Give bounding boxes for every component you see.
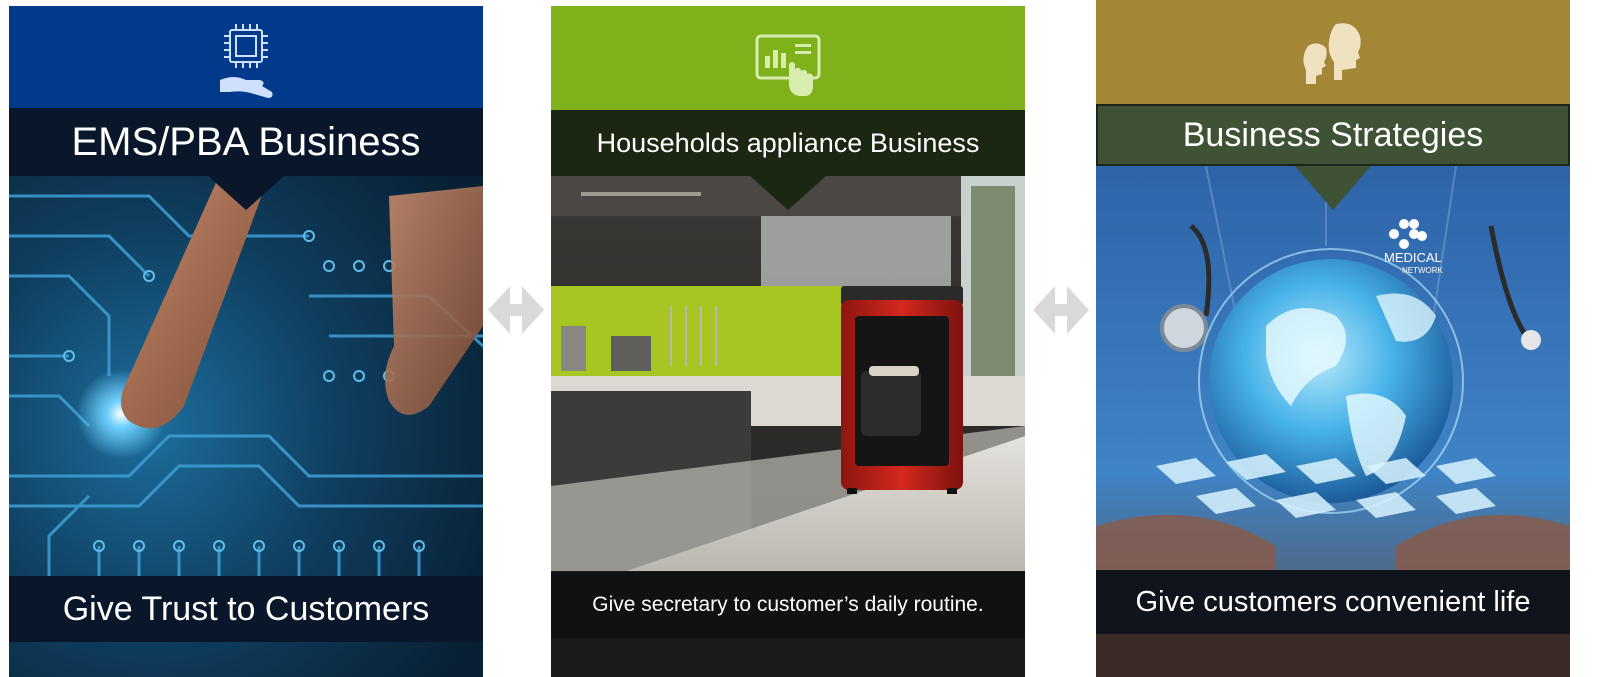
- panel-title: EMS/PBA Business: [9, 108, 483, 176]
- image-tail: [1096, 634, 1570, 677]
- double-arrow-icon: [486, 280, 546, 340]
- network-label-line1: MEDICAL: [1384, 250, 1442, 265]
- medical-network-image: MEDICAL NETWORK: [1096, 165, 1570, 677]
- panel-title: Households appliance Business: [551, 110, 1025, 176]
- double-arrow-icon: [1031, 280, 1091, 340]
- panel-subtitle: Give secretary to customer’s daily routi…: [551, 572, 1025, 638]
- circuit-board-image: [9, 176, 483, 677]
- panel-households-appliance: Households appliance Business Give secre…: [551, 6, 1025, 677]
- pointer-triangle: [1295, 166, 1371, 210]
- panel-subtitle: Give customers convenient life: [1096, 570, 1570, 634]
- network-label-line2: NETWORK: [1402, 266, 1444, 275]
- kitchen-image: [551, 176, 1025, 677]
- tablet-touch-icon: [753, 30, 823, 105]
- pointer-triangle: [750, 176, 826, 210]
- chip-in-hand-icon: [216, 22, 276, 107]
- panel-subtitle: Give Trust to Customers: [9, 576, 483, 642]
- panel-title: Business Strategies: [1096, 104, 1570, 166]
- pointer-triangle: [208, 176, 284, 210]
- two-heads-talking-icon: [1298, 18, 1368, 93]
- panel-ems-pba: EMS/PBA Business Give Trust to Customers: [9, 6, 483, 677]
- panel-business-strategies: Business Strategies MEDICAL NETWORK Give…: [1096, 0, 1570, 677]
